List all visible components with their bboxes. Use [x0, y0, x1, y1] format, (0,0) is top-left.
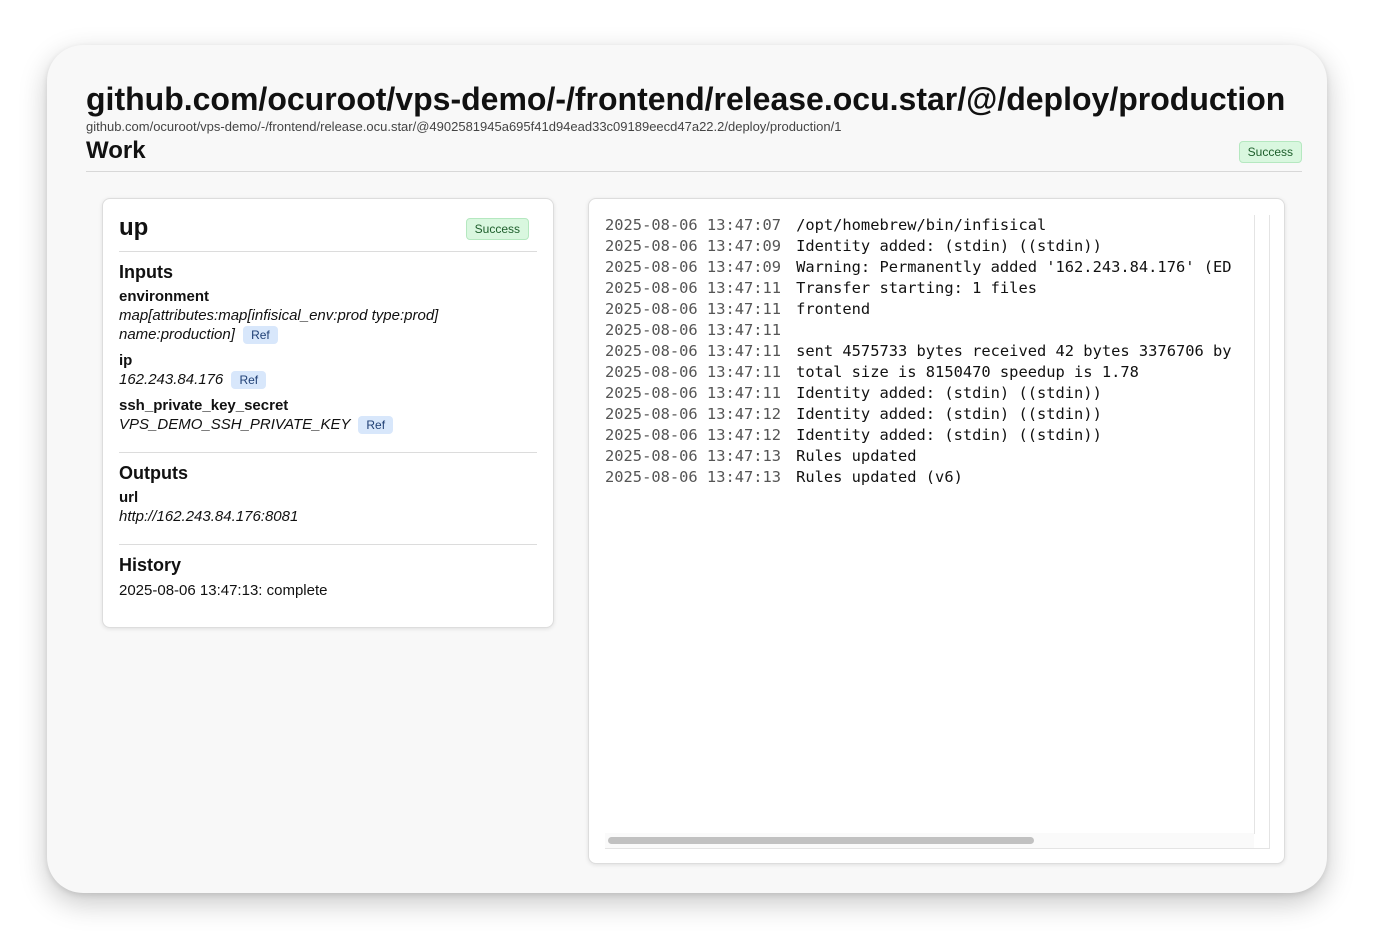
- inputs-section: Inputs environment map[attributes:map[in…: [119, 252, 537, 452]
- log-line: 2025-08-06 13:47:11: [605, 320, 1254, 341]
- page-subtitle: github.com/ocuroot/vps-demo/-/frontend/r…: [86, 119, 842, 134]
- log-message: Transfer starting: 1 files: [796, 279, 1037, 297]
- log-timestamp: 2025-08-06 13:47:12: [605, 405, 782, 423]
- log-timestamp: 2025-08-06 13:47:11: [605, 279, 782, 297]
- log-message: Rules updated: [796, 447, 917, 465]
- log-line: 2025-08-06 13:47:12 Identity added: (stdi…: [605, 404, 1254, 425]
- input-item: environment map[attributes:map[infisical…: [119, 288, 537, 345]
- outputs-section: Outputs url http://162.243.84.176:8081: [119, 452, 537, 544]
- input-value: 162.243.84.176: [119, 371, 224, 389]
- log-message: Identity added: (stdin) ((stdin)): [796, 426, 1102, 444]
- work-card-title: up: [119, 214, 149, 241]
- log-message: total size is 8150470 speedup is 1.78: [796, 363, 1139, 381]
- input-item: ip 162.243.84.176 Ref: [119, 352, 537, 390]
- input-name: ssh_private_key_secret: [119, 397, 289, 415]
- log-line: 2025-08-06 13:47:11 Transfer starting: 1 …: [605, 278, 1254, 299]
- work-card: up Success Inputs environment map[attrib…: [102, 198, 554, 629]
- log-timestamp: 2025-08-06 13:47:11: [605, 321, 782, 339]
- log-timestamp: 2025-08-06 13:47:13: [605, 468, 782, 486]
- log-message: Warning: Permanently added '162.243.84.1…: [796, 258, 1232, 276]
- log-message: Rules updated (v6): [796, 468, 963, 486]
- work-status-badge: Success: [1238, 141, 1302, 163]
- log-line: 2025-08-06 13:47:13 Rules updated: [605, 446, 1254, 467]
- log-message: frontend: [796, 300, 871, 318]
- scrollbar-thumb[interactable]: [608, 837, 1034, 844]
- inputs-title: Inputs: [119, 262, 173, 282]
- log-timestamp: 2025-08-06 13:47:11: [605, 363, 782, 381]
- log-timestamp: 2025-08-06 13:47:09: [605, 258, 782, 276]
- output-value: http://162.243.84.176:8081: [119, 508, 299, 526]
- page-title: github.com/ocuroot/vps-demo/-/frontend/r…: [86, 81, 1286, 117]
- work-header: Work Success: [86, 135, 1302, 172]
- ref-button[interactable]: Ref: [231, 371, 267, 390]
- log-timestamp: 2025-08-06 13:47:07: [605, 216, 782, 234]
- log-timestamp: 2025-08-06 13:47:13: [605, 447, 782, 465]
- ref-button[interactable]: Ref: [358, 416, 394, 435]
- log-timestamp: 2025-08-06 13:47:11: [605, 342, 782, 360]
- horizontal-scrollbar[interactable]: [605, 833, 1254, 848]
- log-message: sent 4575733 bytes received 42 bytes 337…: [796, 342, 1232, 360]
- log-timestamp: 2025-08-06 13:47:12: [605, 426, 782, 444]
- log-viewport[interactable]: 2025-08-06 13:47:07/opt/homebrew/bin/inf…: [605, 215, 1270, 849]
- output-name: url: [119, 489, 139, 507]
- output-item: url http://162.243.84.176:8081: [119, 489, 537, 526]
- log-line: 2025-08-06 13:47:11 total size is 8150470…: [605, 362, 1254, 383]
- input-name: environment: [119, 288, 210, 305]
- log-message: /opt/homebrew/bin/infisical: [796, 216, 1047, 234]
- history-section: History 2025-08-06 13:47:13: complete: [119, 544, 537, 611]
- input-value-wrap: VPS_DEMO_SSH_PRIVATE_KEY Ref: [119, 415, 537, 435]
- log-line: 2025-08-06 13:47:07/opt/homebrew/bin/inf…: [605, 215, 1254, 236]
- log-line: 2025-08-06 13:47:13 Rules updated (v6): [605, 467, 1254, 488]
- log-panel: 2025-08-06 13:47:07/opt/homebrew/bin/inf…: [588, 198, 1285, 864]
- work-card-status-badge: Success: [465, 218, 529, 240]
- history-title: History: [119, 555, 182, 576]
- app-window: github.com/ocuroot/vps-demo/-/frontend/r…: [47, 45, 1327, 893]
- log-content: 2025-08-06 13:47:07/opt/homebrew/bin/inf…: [605, 215, 1255, 834]
- work-card-header: up Success: [119, 213, 537, 252]
- log-line: 2025-08-06 13:47:09 Warning: Permanently …: [605, 257, 1254, 278]
- input-value: map[attributes:map[infisical_env:prod ty…: [119, 307, 439, 343]
- input-item: ssh_private_key_secret VPS_DEMO_SSH_PRIV…: [119, 397, 537, 435]
- log-timestamp: 2025-08-06 13:47:11: [605, 384, 782, 402]
- log-message: Identity added: (stdin) ((stdin)): [796, 384, 1102, 402]
- log-message: Identity added: (stdin) ((stdin)): [796, 405, 1102, 423]
- input-value-wrap: map[attributes:map[infisical_env:prod ty…: [119, 306, 537, 345]
- log-line: 2025-08-06 13:47:09 Identity added: (stdi…: [605, 236, 1254, 257]
- log-line: 2025-08-06 13:47:11 sent 4575733 bytes re…: [605, 341, 1254, 362]
- log-line: 2025-08-06 13:47:12 Identity added: (stdi…: [605, 425, 1254, 446]
- log-message: Identity added: (stdin) ((stdin)): [796, 237, 1102, 255]
- input-name: ip: [119, 352, 133, 370]
- log-line: 2025-08-06 13:47:11 Identity added: (stdi…: [605, 383, 1254, 404]
- input-value: VPS_DEMO_SSH_PRIVATE_KEY: [119, 416, 351, 434]
- log-line: 2025-08-06 13:47:11 frontend: [605, 299, 1254, 320]
- history-entry: 2025-08-06 13:47:13: complete: [119, 582, 328, 600]
- log-timestamp: 2025-08-06 13:47:11: [605, 300, 782, 318]
- input-value-wrap: 162.243.84.176 Ref: [119, 370, 537, 390]
- ref-button[interactable]: Ref: [243, 326, 278, 345]
- work-section-title: Work: [86, 137, 146, 164]
- page-header: github.com/ocuroot/vps-demo/-/frontend/r…: [86, 79, 1302, 172]
- outputs-title: Outputs: [119, 463, 188, 484]
- log-timestamp: 2025-08-06 13:47:09: [605, 237, 782, 255]
